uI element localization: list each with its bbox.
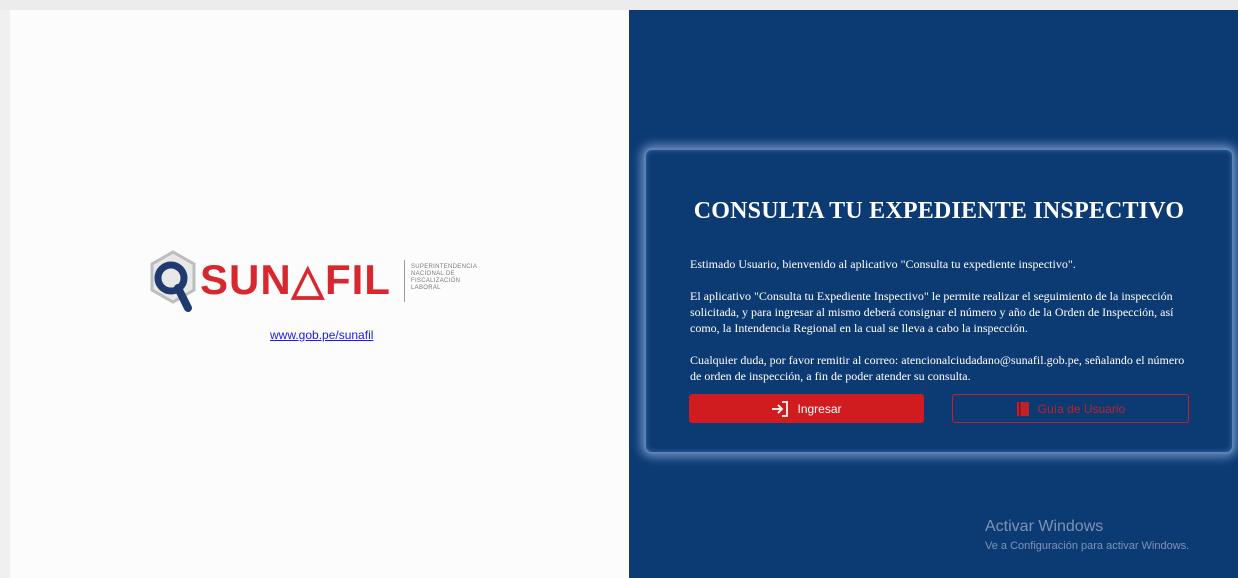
ingresar-label: Ingresar	[797, 401, 842, 416]
description-paragraph: El aplicativo "Consulta tu Expediente In…	[690, 289, 1174, 335]
logo-subtitle-line: NACIONAL DE	[411, 271, 455, 277]
logo-subtitle-line: SUPERINTENDENCIA	[411, 264, 478, 270]
card-title: CONSULTA TU EXPEDIENTE INSPECTIVO	[693, 198, 1185, 224]
logo-divider	[404, 260, 405, 302]
book-icon	[1016, 401, 1029, 416]
login-icon	[772, 400, 789, 417]
magnifier-shield-icon	[150, 250, 196, 312]
contact-paragraph: Cualquier duda, por favor remitir al cor…	[690, 353, 1185, 383]
activate-windows-title: Activar Windows	[985, 518, 1104, 535]
ingresar-button[interactable]: Ingresar	[689, 394, 924, 423]
guia-label: Guía de Usuario	[1037, 401, 1126, 416]
guia-usuario-button[interactable]: Guía de Usuario	[952, 394, 1189, 423]
logo-wordmark: SUN△FIL	[200, 256, 391, 303]
sunafil-logo: SUN△FIL SUPERINTENDENCIA NACIONAL DE FIS…	[148, 250, 488, 330]
activate-windows-subtitle: Ve a Configuración para activar Windows.	[985, 540, 1190, 552]
logo-subtitle: SUPERINTENDENCIA NACIONAL DE FISCALIZACI…	[411, 264, 491, 292]
gob-pe-link[interactable]: www.gob.pe/sunafil	[270, 328, 373, 342]
top-strip	[0, 0, 1238, 10]
welcome-paragraph: Estimado Usuario, bienvenido al aplicati…	[690, 257, 1076, 271]
logo-subtitle-line: LABORAL	[411, 285, 441, 291]
logo-subtitle-line: FISCALIZACIÓN	[411, 278, 461, 284]
card-body: Estimado Usuario, bienvenido al aplicati…	[690, 256, 1193, 400]
